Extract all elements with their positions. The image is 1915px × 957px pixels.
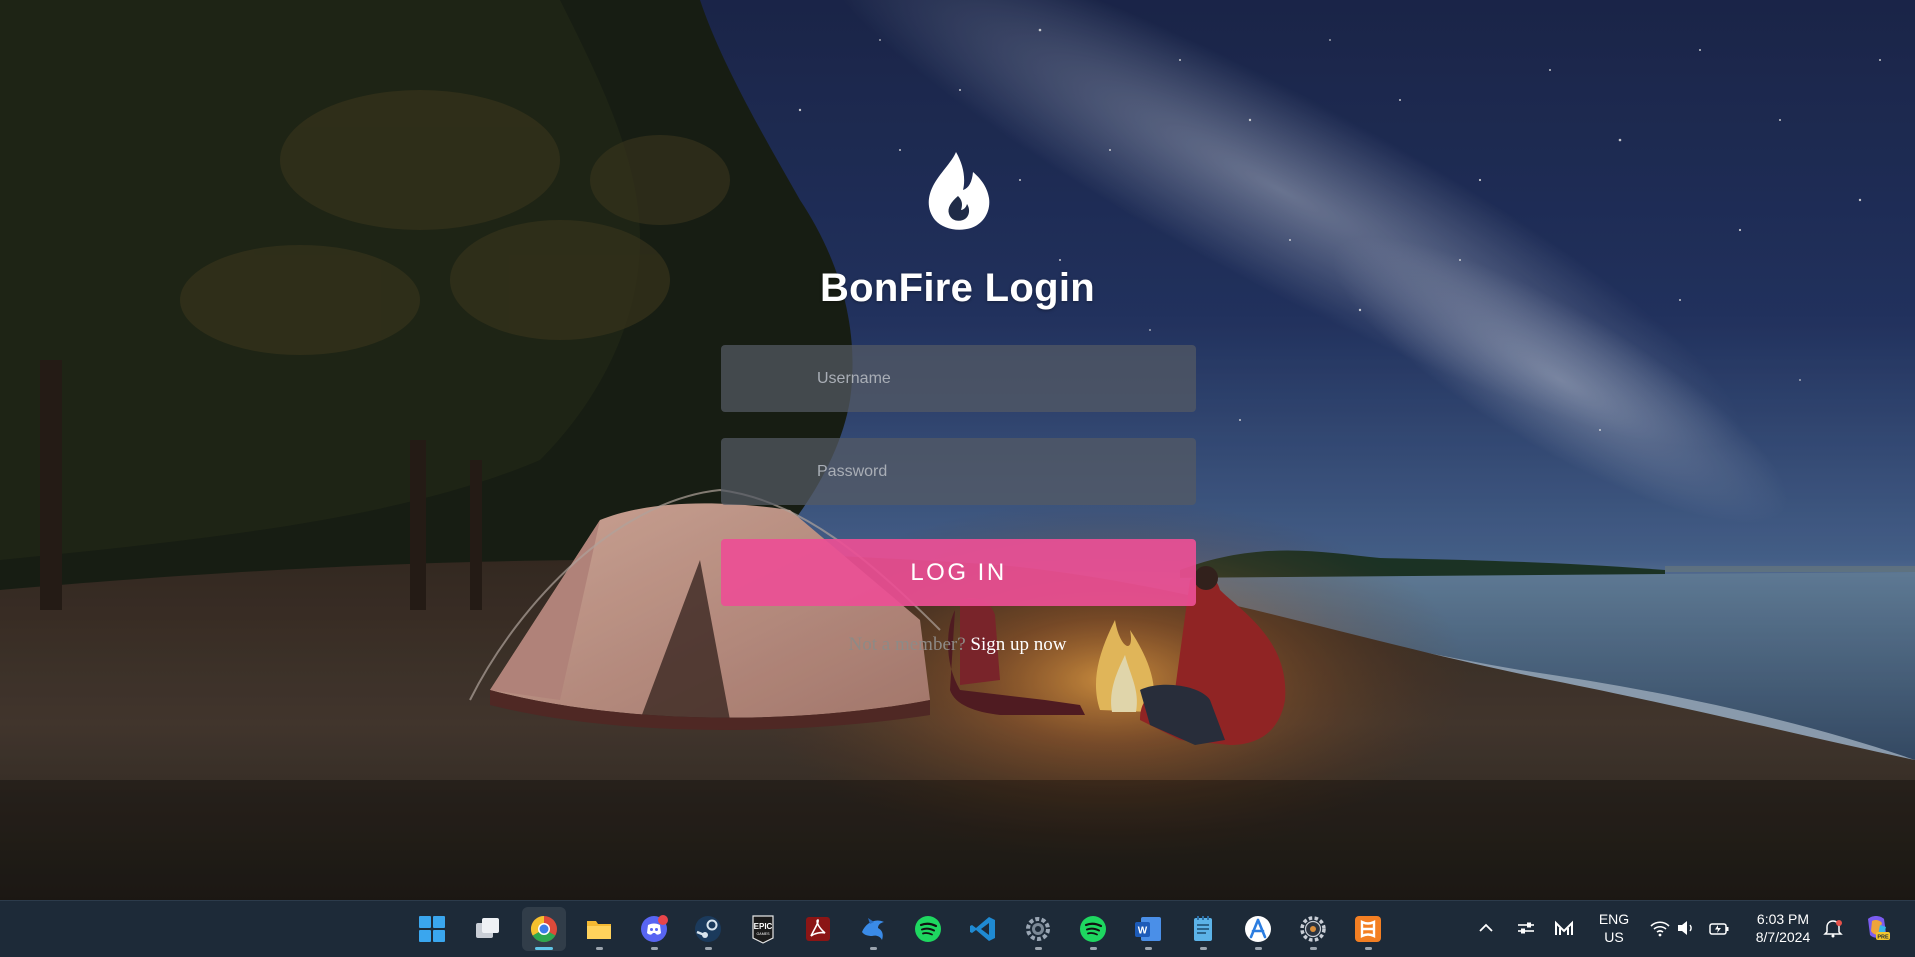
- running-indicator: [1310, 947, 1317, 950]
- page-title: BonFire Login: [820, 266, 1095, 310]
- steam-icon[interactable]: [686, 907, 730, 951]
- windows-start-icon[interactable]: [410, 907, 454, 951]
- notepad-icon[interactable]: [1181, 907, 1225, 951]
- login-button[interactable]: LOG IN: [721, 539, 1196, 606]
- flame-icon: [928, 152, 990, 230]
- region-code: US: [1604, 929, 1624, 945]
- clock[interactable]: 6:03 PM 8/7/2024: [1743, 910, 1823, 946]
- settings-icon[interactable]: [1016, 907, 1060, 951]
- notification-bell-icon[interactable]: [1822, 917, 1844, 939]
- clock-time: 6:03 PM: [1756, 911, 1810, 927]
- xampp-icon[interactable]: [1346, 907, 1390, 951]
- wifi-icon[interactable]: [1649, 917, 1671, 939]
- vscode-icon[interactable]: [961, 907, 1005, 951]
- copilot-badge: PRE: [1877, 935, 1889, 941]
- svg-text:GAMES: GAMES: [757, 932, 771, 936]
- language-indicator[interactable]: ENG US: [1592, 910, 1636, 946]
- dolphin-icon[interactable]: [851, 907, 895, 951]
- taskbar: EPIC GAMES W ENG US 6:03 PM 8/7/2024 PRE: [0, 900, 1915, 957]
- language-code: ENG: [1598, 911, 1630, 927]
- volume-icon[interactable]: [1675, 917, 1697, 939]
- running-indicator: [1365, 947, 1372, 950]
- app-installer-icon[interactable]: [1236, 907, 1280, 951]
- malwarebytes-icon[interactable]: [1553, 917, 1575, 939]
- running-indicator: [651, 947, 658, 950]
- chrome-icon[interactable]: [522, 907, 566, 951]
- username-input[interactable]: [721, 345, 1196, 412]
- file-explorer-icon[interactable]: [577, 907, 621, 951]
- running-indicator: [1035, 947, 1042, 950]
- password-input[interactable]: [721, 438, 1196, 505]
- clock-date: 8/7/2024: [1755, 929, 1811, 945]
- spotify-icon[interactable]: [1071, 907, 1115, 951]
- running-indicator: [596, 947, 603, 950]
- signup-prompt-line: Not a member? Sign up now: [0, 634, 1915, 656]
- running-indicator: [1255, 947, 1262, 950]
- acrobat-icon[interactable]: [796, 907, 840, 951]
- word-icon[interactable]: W: [1126, 907, 1170, 951]
- running-indicator: [1145, 947, 1152, 950]
- running-indicator: [1090, 947, 1097, 950]
- running-indicator: [705, 947, 712, 950]
- chevron-up-icon[interactable]: [1475, 917, 1497, 939]
- running-indicator: [1200, 947, 1207, 950]
- running-indicator: [870, 947, 877, 950]
- spotify-icon[interactable]: [906, 907, 950, 951]
- task-view-icon[interactable]: [466, 907, 510, 951]
- battery-charging-icon[interactable]: [1708, 917, 1730, 939]
- epic-games-icon[interactable]: EPIC GAMES: [741, 907, 785, 951]
- settings-gear-icon[interactable]: [1291, 907, 1335, 951]
- discord-icon[interactable]: [632, 907, 676, 951]
- svg-text:W: W: [1138, 926, 1148, 937]
- login-panel: BonFire Login LOG IN Not a member? Sign …: [0, 0, 1915, 900]
- copilot-icon[interactable]: PRE: [1862, 913, 1892, 943]
- signup-question: Not a member?: [848, 634, 966, 655]
- sliders-icon[interactable]: [1515, 917, 1537, 939]
- active-indicator: [535, 947, 553, 950]
- signup-link[interactable]: Sign up now: [970, 634, 1066, 655]
- svg-text:EPIC: EPIC: [754, 922, 773, 931]
